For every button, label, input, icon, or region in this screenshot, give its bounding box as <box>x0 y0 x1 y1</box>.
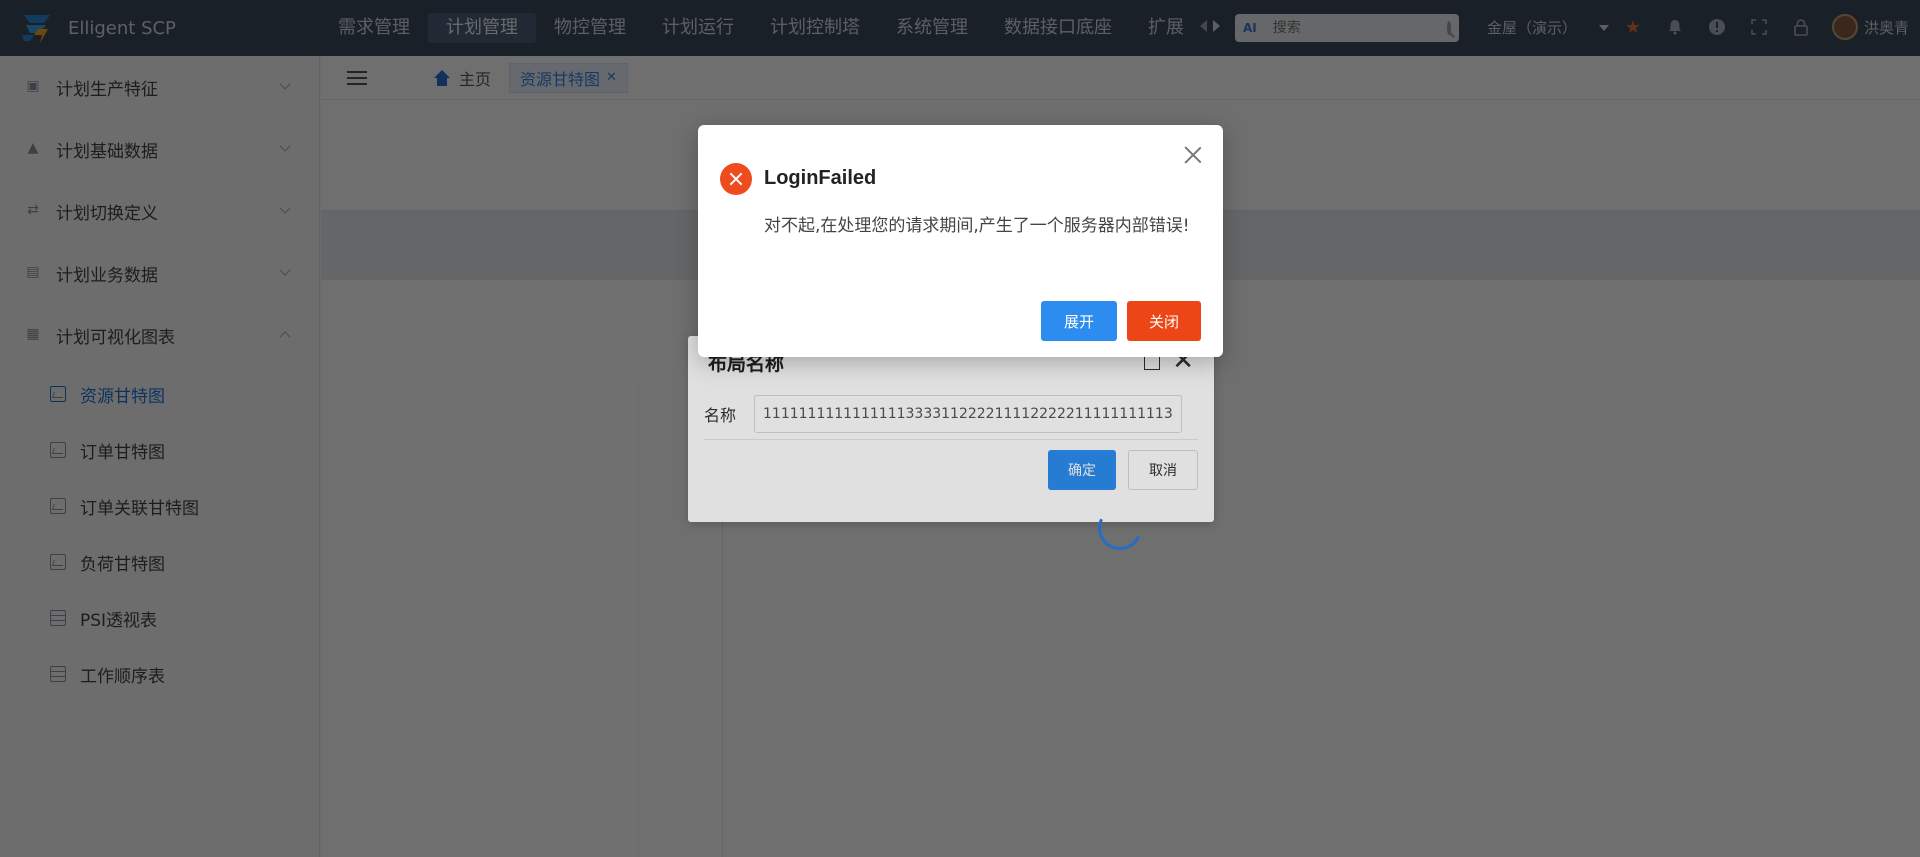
error-title: LoginFailed <box>764 167 877 189</box>
error-dialog-footer: 展开 关闭 <box>1041 301 1201 341</box>
close-button[interactable]: 关闭 <box>1127 301 1201 341</box>
expand-button[interactable]: 展开 <box>1041 301 1117 341</box>
close-icon[interactable] <box>1183 145 1203 165</box>
error-circle-icon <box>720 163 752 195</box>
error-dialog: LoginFailed 对不起,在处理您的请求期间,产生了一个服务器内部错误! … <box>698 125 1223 357</box>
error-message: 对不起,在处理您的请求期间,产生了一个服务器内部错误! <box>764 216 1190 236</box>
